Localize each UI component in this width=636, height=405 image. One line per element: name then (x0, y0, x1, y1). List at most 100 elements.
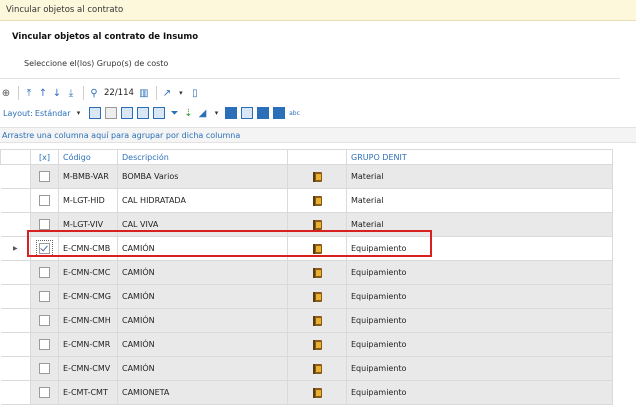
toolbar-separator (155, 86, 157, 100)
panel-view-icon[interactable] (256, 107, 269, 119)
layout-dropdown[interactable]: Estándar (35, 109, 71, 118)
cell-code: M-BMB-VAR (58, 164, 118, 189)
pin-icon[interactable]: ⇣ (183, 107, 195, 119)
table-row[interactable]: E-CMN-CMR CAMIÓN Equipamiento (0, 332, 613, 357)
table-row[interactable]: M-LGT-VIV CAL VIVA Material (0, 212, 613, 237)
cell-group: Equipamiento (346, 356, 613, 381)
book-icon (312, 243, 322, 254)
row-indicator (0, 308, 31, 333)
layout-toolbar: Layout: Estándar ▾ ⏷ ⇣ ◢ ▾ abc (0, 106, 303, 120)
toolbar-separator (83, 86, 84, 100)
cell-group: Material (346, 212, 613, 237)
column-header-icon[interactable] (287, 149, 347, 165)
row-checkbox[interactable] (39, 267, 50, 278)
column-header-select[interactable]: [x] (30, 149, 59, 165)
table-row[interactable]: E-CMN-CMC CAMIÓN Equipamiento (0, 260, 613, 285)
cell-description: CAMIÓN (117, 260, 288, 285)
cell-description: CAMIÓN (117, 332, 288, 357)
cell-description: CAL HIDRATADA (117, 188, 288, 213)
book-icon (312, 315, 322, 326)
chevron-down-icon[interactable]: ▾ (211, 107, 223, 119)
cell-description: CAMIÓN (117, 356, 288, 381)
row-checkbox[interactable] (39, 171, 50, 182)
chevron-down-icon[interactable]: ▾ (175, 87, 187, 99)
toolbar-separator (18, 86, 19, 100)
group-by-panel[interactable]: Arrastre una columna aquí para agrupar p… (0, 127, 636, 143)
next-record-icon[interactable]: ↓ (51, 87, 63, 99)
row-checkbox[interactable] (39, 315, 50, 326)
column-header-group[interactable]: GRUPO DENIT (346, 149, 613, 165)
table-row[interactable]: M-LGT-HID CAL HIDRATADA Material (0, 188, 613, 213)
grid-view-icon[interactable]: ▥ (138, 87, 150, 99)
chevron-down-icon[interactable]: ▾ (73, 107, 85, 119)
row-indicator (0, 332, 31, 357)
row-indicator (0, 212, 31, 237)
cell-group: Equipamiento (346, 332, 613, 357)
cell-code: E-CMN-CMB (58, 236, 118, 261)
book-icon (312, 387, 322, 398)
row-checkbox[interactable] (39, 243, 50, 254)
row-checkbox[interactable] (39, 363, 50, 374)
divider (0, 78, 620, 79)
book-icon (312, 195, 322, 206)
last-record-icon[interactable]: ⤓ (65, 87, 77, 99)
book-icon (312, 219, 322, 230)
add-icon[interactable] (88, 107, 101, 119)
spell-check-icon[interactable]: abc (289, 107, 301, 119)
row-indicator-header (0, 149, 31, 165)
cell-description: CAMIONETA (117, 380, 288, 405)
copy-icon[interactable] (120, 107, 133, 119)
current-row-indicator: ▶ (0, 236, 31, 261)
chart-icon[interactable]: ◢ (197, 107, 209, 119)
cell-description: CAMIÓN (117, 308, 288, 333)
cell-group: Equipamiento (346, 380, 613, 405)
first-record-icon[interactable]: ⤒ (23, 87, 35, 99)
grid-header-row: [x] Código Descripción GRUPO DENIT (0, 149, 613, 165)
table-row-selected[interactable]: ▶ E-CMN-CMB CAMIÓN Equipamiento (0, 236, 613, 261)
column-header-code[interactable]: Código (58, 149, 118, 165)
cell-group: Equipamiento (346, 308, 613, 333)
move-up-icon[interactable] (136, 107, 149, 119)
table-row[interactable]: E-CMN-CMV CAMIÓN Equipamiento (0, 356, 613, 381)
row-checkbox[interactable] (39, 219, 50, 230)
book-icon (312, 363, 322, 374)
record-counter: 22/114 (104, 88, 134, 98)
refresh-icon[interactable]: ⊕ (0, 87, 12, 99)
row-indicator (0, 356, 31, 381)
row-checkbox[interactable] (39, 339, 50, 350)
cell-group: Equipamiento (346, 260, 613, 285)
layout-label: Layout: (3, 108, 33, 118)
instruction-text: Seleccione el(los) Grupo(s) de costo (24, 59, 169, 68)
cell-code: E-CMN-CMH (58, 308, 118, 333)
cell-code: M-LGT-HID (58, 188, 118, 213)
data-grid: [x] Código Descripción GRUPO DENIT M-BMB… (0, 149, 613, 405)
move-down-icon[interactable] (152, 107, 165, 119)
table-row[interactable]: E-CMN-CMH CAMIÓN Equipamiento (0, 308, 613, 333)
previous-record-icon[interactable]: ↑ (37, 87, 49, 99)
filter-icon[interactable]: ⏷ (169, 107, 181, 119)
export-icon[interactable]: ↗ (161, 87, 173, 99)
view-icon[interactable] (224, 107, 237, 119)
navigation-toolbar: ⊕ ⤒ ↑ ↓ ⤓ ⚲ 22/114 ▥ ↗ ▾ ▯ (0, 85, 203, 101)
row-checkbox[interactable] (39, 291, 50, 302)
cell-code: E-CMN-CMV (58, 356, 118, 381)
delete-icon[interactable] (104, 107, 117, 119)
cell-description: CAMIÓN (117, 236, 288, 261)
cell-code: E-CMN-CMR (58, 332, 118, 357)
compact-view-icon[interactable] (272, 107, 285, 119)
row-indicator (0, 284, 31, 309)
window-title: Vincular objetos al contrato (6, 5, 124, 15)
cell-description: BOMBA Varios (117, 164, 288, 189)
search-icon[interactable]: ⚲ (88, 87, 100, 99)
cell-group: Material (346, 164, 613, 189)
table-row[interactable]: M-BMB-VAR BOMBA Varios Material (0, 164, 613, 189)
document-icon[interactable]: ▯ (189, 87, 201, 99)
split-view-icon[interactable] (240, 107, 253, 119)
table-row[interactable]: E-CMN-CMG CAMIÓN Equipamiento (0, 284, 613, 309)
table-row[interactable]: E-CMT-CMT CAMIONETA Equipamiento (0, 380, 613, 405)
column-header-description[interactable]: Descripción (117, 149, 288, 165)
row-indicator (0, 260, 31, 285)
row-indicator (0, 164, 31, 189)
row-checkbox[interactable] (39, 195, 50, 206)
cell-description: CAL VIVA (117, 212, 288, 237)
